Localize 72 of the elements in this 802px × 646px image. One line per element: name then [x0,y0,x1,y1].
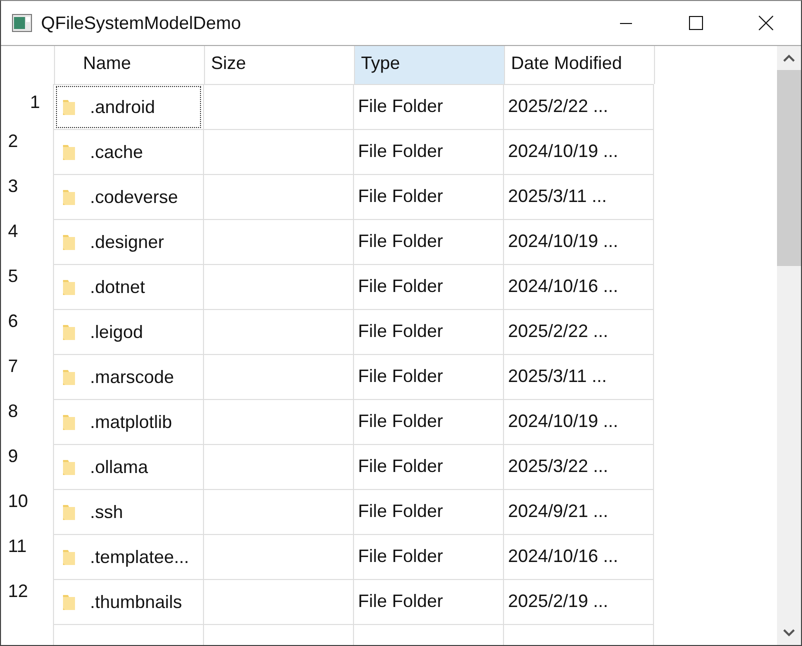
folder-icon [62,98,76,116]
file-name: .matplotlib [90,412,172,432]
folder-icon [62,143,76,161]
column-header[interactable]: Name [55,46,205,84]
date-cell: 2024/10/16 ... [504,264,654,309]
date-cell: 2024/10/19 ... [504,219,654,264]
file-name: .marscode [90,366,174,388]
row-number[interactable]: 12 [1,579,54,624]
scroll-down-icon[interactable] [783,629,795,637]
row-number[interactable]: 11 [1,534,54,579]
type-cell: File Folder [354,579,504,624]
date-cell: 2025/3/11 ... [504,174,654,219]
type-cell: File Folder [354,219,504,264]
date-cell: 2025/3/11 ... [504,354,654,399]
row-number[interactable]: 2 [1,129,54,174]
folder-icon [62,188,76,206]
type-cell: File Folder [354,264,504,309]
row-number[interactable]: 4 [1,219,54,264]
row-number[interactable]: 7 [1,354,54,399]
app-icon [12,14,32,32]
file-name: .designer [90,232,164,252]
file-name: .cache [90,142,144,162]
folder-icon [62,413,76,431]
file-name: .thumbnails [90,592,182,612]
file-name: .android [90,96,156,118]
folder-icon [62,368,76,386]
folder-icon [62,593,76,611]
close-icon [758,15,774,31]
date-cell: 2024/10/16 ... [504,534,654,579]
type-cell: File Folder [354,309,504,354]
type-cell: File Folder [354,129,504,174]
row-number[interactable]: 3 [1,174,54,219]
file-name: .codeverse [90,186,178,208]
row-number[interactable]: 6 [1,309,54,354]
date-cell: 2025/2/22 ... [504,84,654,129]
vertical-scrollbar[interactable] [777,46,801,645]
type-cell: File Folder [354,174,504,219]
column-header[interactable]: Type [355,46,505,84]
row-number[interactable]: 5 [1,264,54,309]
row-number[interactable]: 9 [1,444,54,489]
folder-icon [62,548,76,566]
scroll-up-icon[interactable] [783,54,795,62]
file-name: .templatee... [90,546,190,568]
date-cell: 2024/9/21 ... [504,489,654,534]
folder-icon [62,233,76,251]
folder-icon [62,323,76,341]
type-cell: File Folder [354,84,504,129]
type-cell: File Folder [354,399,504,444]
date-cell: 2024/10/19 ... [504,399,654,444]
row-number[interactable]: 8 [1,399,54,444]
window-title: QFileSystemModelDemo [41,12,242,34]
date-cell: 2024/10/19 ... [504,129,654,174]
row-number[interactable]: 10 [1,489,54,534]
row-number[interactable]: 1 [1,84,54,129]
minimize-icon [620,22,632,24]
file-name: .leigod [90,322,144,342]
file-name: .ssh [90,502,124,522]
folder-icon [62,278,76,296]
column-header[interactable]: Date Modified [505,46,655,84]
type-cell: File Folder [354,444,504,489]
file-name: .dotnet [90,276,146,298]
folder-icon [62,503,76,521]
type-cell: File Folder [354,354,504,399]
type-cell: File Folder [354,489,504,534]
date-cell: 2025/3/22 ... [504,444,654,489]
folder-icon [62,458,76,476]
date-cell: 2025/2/19 ... [504,579,654,624]
date-cell: 2025/2/22 ... [504,309,654,354]
type-cell: File Folder [354,534,504,579]
file-name: .ollama [90,456,148,478]
scrollbar-thumb[interactable] [777,70,801,266]
maximize-icon [688,15,704,31]
